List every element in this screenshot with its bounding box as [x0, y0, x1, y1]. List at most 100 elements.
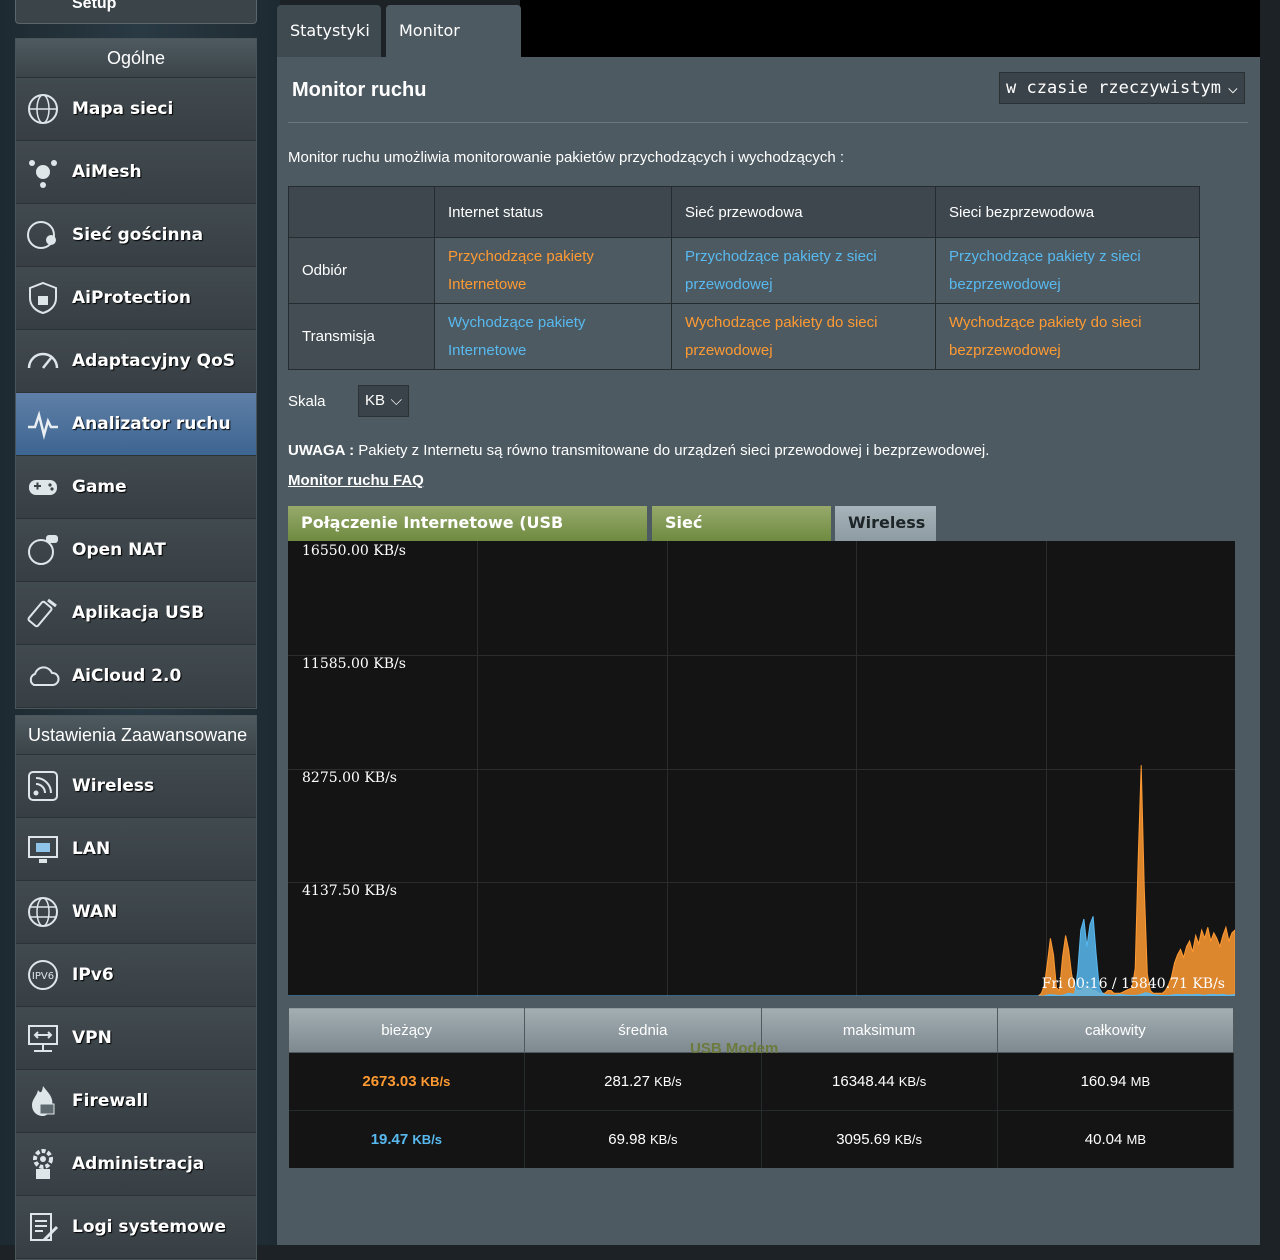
sidebar-item-firewall[interactable]: Firewall: [16, 1070, 256, 1133]
legend-cell: Przychodzące pakiety z sieci przewodowej: [671, 237, 936, 304]
sidebar-item-setup[interactable]: Setup: [15, 0, 257, 24]
stats-unit: MB: [1126, 1132, 1146, 1147]
legend-corner: [288, 186, 435, 238]
stats-total-rx: 160.94 MB: [997, 1052, 1235, 1111]
globe-network-icon: [28, 94, 58, 124]
description-text: Monitor ruchu umożliwia monitorowanie pa…: [288, 149, 845, 166]
sidebar-item-label: Wireless: [72, 776, 155, 796]
sidebar-item-label: VPN: [72, 1028, 112, 1048]
legend-row-label: Odbiór: [288, 237, 435, 304]
chevron-down-icon: ⌵: [390, 392, 402, 409]
vpn-icon: [28, 1025, 58, 1052]
sidebar-item-administration[interactable]: Administracja: [16, 1133, 256, 1196]
y-tick-label: 11585.00 KB/s: [302, 656, 406, 672]
wireless-icon: [28, 771, 58, 801]
sidebar-item-aicloud[interactable]: AiCloud 2.0: [16, 645, 256, 708]
sidebar-item-aiprotection[interactable]: AiProtection: [16, 267, 256, 330]
sidebar-item-label: Sieć gościnna: [72, 225, 204, 245]
sidebar-item-label: Mapa sieci: [72, 99, 174, 119]
system-log-icon: [30, 1213, 59, 1242]
sidebar-item-traffic-analyzer[interactable]: Analizator ruchu: [16, 393, 256, 456]
legend-cell: Przychodzące pakiety z sieci bezprzewodo…: [935, 237, 1200, 304]
mode-select-value: w czasie rzeczywistym: [1006, 78, 1221, 98]
divider: [288, 122, 1248, 123]
stats-max-tx: 3095.69 KB/s: [761, 1110, 998, 1168]
tab-monitor-ruchu[interactable]: Monitor ruchu: [386, 5, 521, 92]
y-tick-label: 8275.00 KB/s: [302, 770, 397, 786]
stats-max-rx: 16348.44 KB/s: [761, 1052, 998, 1111]
sidebar-item-vpn[interactable]: VPN: [16, 1007, 256, 1070]
svg-text:IPV6: IPV6: [32, 971, 54, 982]
sidebar-item-label: LAN: [72, 839, 111, 859]
gamepad-icon: [29, 480, 57, 495]
sidebar-item-adaptive-qos[interactable]: Adaptacyjny QoS: [16, 330, 256, 393]
page-title: Monitor ruchu: [292, 79, 427, 101]
stats-total-tx: 40.04 MB: [997, 1110, 1235, 1168]
stats-unit: KB/s: [894, 1132, 923, 1147]
stats-value: 281.27: [604, 1073, 650, 1090]
legend-cell: Wychodzące pakiety do sieci bezprzewodow…: [935, 303, 1200, 370]
sidebar-general: Ogólne Mapa sieci AiMesh Sieć gościnna A…: [15, 38, 257, 709]
sidebar-advanced: Ustawienia Zaawansowane Wireless LAN WAN…: [15, 715, 257, 1260]
stats-header: całkowity: [996, 1007, 1235, 1053]
stats-current-tx: 19.47 KB/s: [288, 1110, 526, 1168]
shield-lock-icon: [29, 281, 57, 315]
ipv6-icon: IPV6: [28, 960, 58, 990]
stats-value: 160.94: [1080, 1073, 1127, 1090]
sidebar-item-ipv6[interactable]: IPV6 IPv6: [16, 944, 256, 1007]
sidebar-item-label: Logi systemowe: [72, 1217, 227, 1237]
stats-header: maksimum: [760, 1007, 998, 1053]
stats-unit: KB/s: [412, 1132, 443, 1147]
stats-value: 2673.03: [362, 1073, 417, 1090]
legend-cell: Wychodzące pakiety do sieci przewodowej: [671, 303, 936, 370]
stats-table: bieżący średnia maksimum całkowity 2673.…: [287, 1007, 1235, 1168]
sidebar-heading-advanced: Ustawienia Zaawansowane: [16, 716, 256, 755]
sidebar-item-aimesh[interactable]: AiMesh: [16, 141, 256, 204]
sidebar-item-label: WAN: [72, 902, 118, 922]
traffic-analyzer-icon: [28, 410, 58, 440]
sidebar-item-system-log[interactable]: Logi systemowe: [16, 1196, 256, 1259]
lan-icon: [28, 836, 58, 863]
graph-tab-internet[interactable]: Połączenie Internetowe (USB Modem): [288, 506, 647, 566]
stats-unit: KB/s: [420, 1074, 451, 1089]
sidebar-item-network-map[interactable]: Mapa sieci: [16, 78, 256, 141]
stats-avg-tx: 69.98 KB/s: [524, 1110, 762, 1168]
tab-bar-background: [520, 0, 1260, 57]
faq-link[interactable]: Monitor ruchu FAQ: [288, 472, 424, 489]
cloud-icon: [29, 666, 60, 686]
note-bold: UWAGA :: [288, 442, 355, 459]
legend-header: Sieć przewodowa: [671, 186, 936, 238]
mode-select[interactable]: w czasie rzeczywistym ⌵: [999, 72, 1245, 104]
sidebar-item-guest-network[interactable]: Sieć gościnna: [16, 204, 256, 267]
scale-select[interactable]: KB ⌵: [358, 385, 409, 417]
stats-value: 16348.44: [832, 1073, 895, 1090]
firewall-icon: [32, 1086, 55, 1116]
wan-globe-icon: [28, 897, 58, 927]
sidebar-item-usb-app[interactable]: Aplikacja USB: [16, 582, 256, 645]
note-text: UWAGA : Pakiety z Internetu są równo tra…: [288, 442, 989, 459]
graph-tab-wired[interactable]: Sieć przewodowa: [652, 506, 831, 566]
admin-gear-icon: [33, 1149, 53, 1179]
sidebar-item-label: Analizator ruchu: [72, 414, 231, 434]
traffic-chart: [288, 541, 1235, 996]
open-nat-icon: [28, 535, 58, 565]
sidebar-item-label: Administracja: [72, 1154, 205, 1174]
aimesh-icon: [29, 160, 57, 188]
usb-app-icon: [27, 598, 57, 628]
sidebar-item-lan[interactable]: LAN: [16, 818, 256, 881]
y-tick-label: 4137.50 KB/s: [302, 883, 397, 899]
graph-tab-wireless[interactable]: Wireless: [835, 506, 936, 542]
graph-timestamp: Fri 00:16 / 15840.71 KB/s: [1041, 976, 1225, 992]
sidebar-item-label: Adaptacyjny QoS: [72, 351, 236, 371]
graph-overlay-label: USB Modem: [690, 1040, 779, 1057]
scale-label: Skala: [288, 393, 326, 410]
sidebar-item-label: Open NAT: [72, 540, 166, 560]
legend-cell: Wychodzące pakiety Internetowe: [434, 303, 672, 370]
stats-value: 40.04: [1084, 1131, 1123, 1148]
stats-value: 19.47: [370, 1131, 409, 1148]
sidebar-item-wireless[interactable]: Wireless: [16, 755, 256, 818]
sidebar-item-open-nat[interactable]: Open NAT: [16, 519, 256, 582]
tab-statystyki[interactable]: Statystyki: [277, 5, 381, 58]
sidebar-item-game[interactable]: Game: [16, 456, 256, 519]
sidebar-item-wan[interactable]: WAN: [16, 881, 256, 944]
